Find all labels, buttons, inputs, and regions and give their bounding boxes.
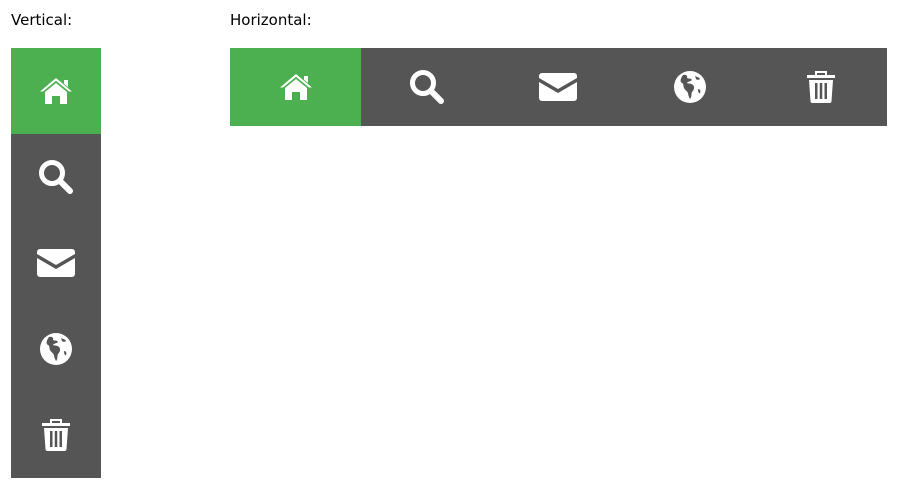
home-icon — [279, 73, 313, 101]
vertical-trash-link[interactable] — [11, 392, 101, 478]
globe-icon — [673, 71, 706, 103]
horizontal-home-link[interactable] — [230, 48, 362, 126]
search-icon — [38, 159, 74, 195]
vertical-home-link[interactable] — [11, 48, 101, 134]
envelope-icon — [37, 249, 75, 277]
vertical-label: Vertical: — [11, 11, 73, 29]
horizontal-globe-link[interactable] — [624, 48, 755, 126]
trash-icon — [807, 71, 836, 103]
trash-icon — [42, 419, 70, 451]
horizontal-trash-link[interactable] — [756, 48, 887, 126]
vertical-globe-link[interactable] — [11, 306, 101, 392]
horizontal-label: Horizontal: — [230, 11, 312, 29]
horizontal-icon-bar — [230, 48, 887, 126]
globe-icon — [40, 333, 72, 365]
vertical-icon-bar — [11, 48, 101, 478]
vertical-search-link[interactable] — [11, 134, 101, 220]
horizontal-search-link[interactable] — [361, 48, 492, 126]
search-icon — [409, 69, 445, 105]
envelope-icon — [539, 73, 578, 101]
home-icon — [39, 77, 73, 105]
horizontal-mail-link[interactable] — [493, 48, 624, 126]
vertical-mail-link[interactable] — [11, 220, 101, 306]
